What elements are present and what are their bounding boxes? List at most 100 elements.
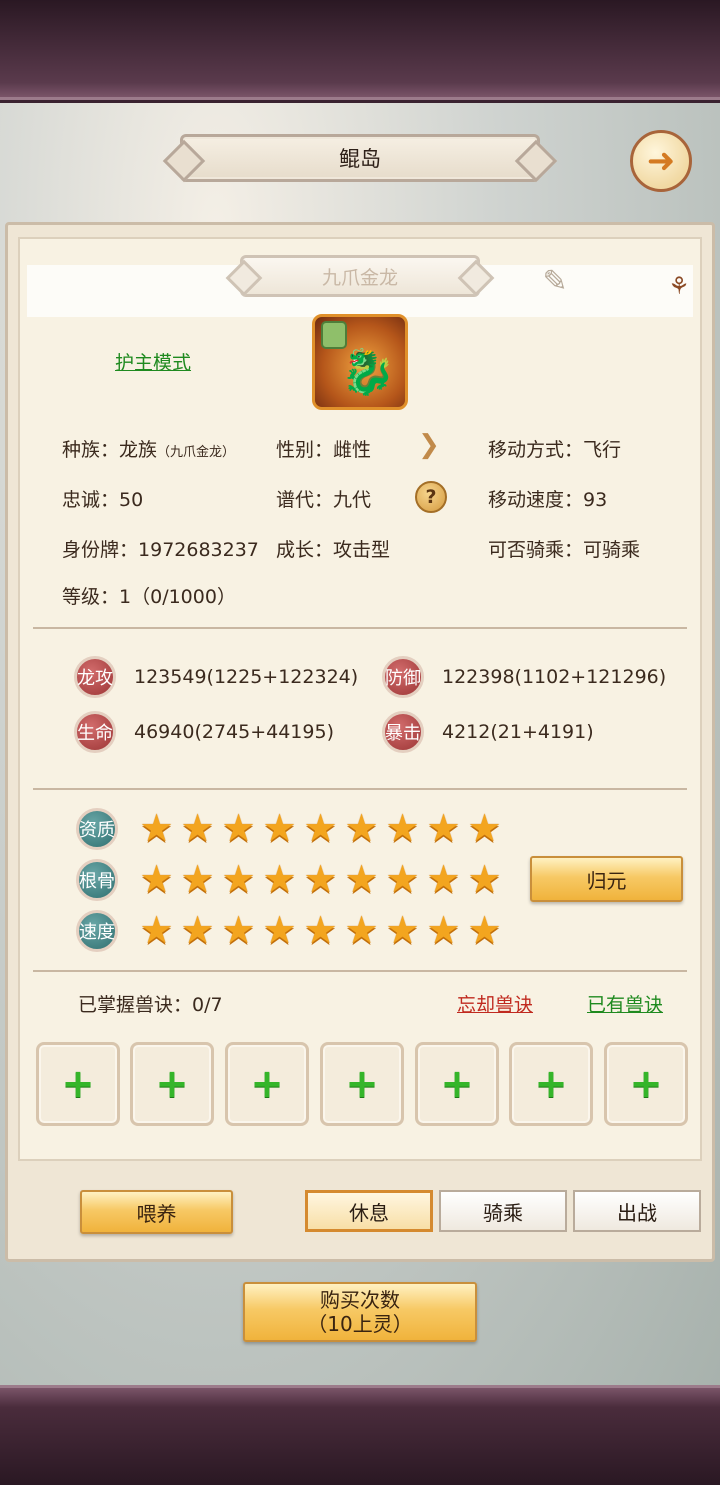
divider	[33, 788, 687, 790]
attack-value: 123549(1225+122324)	[134, 666, 359, 688]
race-sub: （九爪金龙）	[157, 445, 236, 460]
divider	[33, 627, 687, 629]
star-icon: ★	[467, 907, 502, 952]
book-quill-icon[interactable]: ✎	[530, 262, 580, 300]
buy-cost: （10上灵）	[307, 1312, 413, 1336]
back-button[interactable]: ➜	[630, 130, 692, 192]
growth-row: 成长：攻击型	[276, 535, 390, 562]
plus-icon: +	[345, 1061, 379, 1107]
tab-rest[interactable]: 休息	[305, 1190, 433, 1232]
level-value: 1（0/1000）	[119, 586, 236, 608]
skill-slot[interactable]: +	[130, 1042, 214, 1126]
ride-label: 可否骑乘：	[488, 539, 584, 561]
defense-value: 122398(1102+121296)	[442, 666, 667, 688]
owned-skill-link[interactable]: 已有兽诀	[587, 990, 663, 1017]
reset-button[interactable]: 归元	[530, 856, 683, 902]
gender-row: 性别：雌性	[276, 435, 371, 462]
star-icon: ★	[262, 805, 297, 850]
speed-stars: ★ ★ ★ ★ ★ ★ ★ ★ ★	[137, 910, 504, 949]
move-value: 飞行	[583, 439, 622, 461]
back-arrow-icon: ➜	[646, 141, 676, 181]
guard-mode-link[interactable]: 护主模式	[115, 348, 191, 375]
growth-label: 成长：	[276, 539, 334, 561]
star-icon: ★	[467, 856, 502, 901]
star-icon: ★	[262, 907, 297, 952]
buy-label: 购买次数	[320, 1288, 400, 1312]
plus-icon: +	[534, 1061, 568, 1107]
star-icon: ★	[385, 907, 420, 952]
loyalty-value: 50	[119, 489, 144, 511]
star-icon: ★	[426, 805, 461, 850]
help-icon[interactable]: ?	[415, 481, 447, 513]
tab-ride[interactable]: 骑乘	[439, 1190, 567, 1232]
move-label: 移动方式：	[488, 439, 584, 461]
skill-slot[interactable]: +	[604, 1042, 688, 1126]
crit-badge: 暴击	[382, 711, 424, 753]
divider	[33, 970, 687, 972]
aptitude-stars: ★ ★ ★ ★ ★ ★ ★ ★ ★	[137, 808, 504, 847]
pet-avatar[interactable]: 🐉	[312, 314, 408, 410]
star-icon: ★	[344, 805, 379, 850]
star-icon: ★	[180, 907, 215, 952]
skill-slot[interactable]: +	[415, 1042, 499, 1126]
star-icon: ★	[303, 805, 338, 850]
star-icon: ★	[467, 805, 502, 850]
skill-slot[interactable]: +	[225, 1042, 309, 1126]
plus-icon: +	[250, 1061, 284, 1107]
speed-row: 移动速度：93	[488, 485, 607, 512]
star-icon: ★	[221, 805, 256, 850]
plus-icon: +	[155, 1061, 189, 1107]
skill-slot[interactable]: +	[320, 1042, 404, 1126]
speed-value: 93	[583, 489, 608, 511]
skill-slot[interactable]: +	[509, 1042, 593, 1126]
ride-row: 可否骑乘：可骑乘	[488, 535, 640, 562]
gender-label: 性别：	[276, 439, 334, 461]
star-icon: ★	[344, 856, 379, 901]
star-icon: ★	[344, 907, 379, 952]
star-icon: ★	[303, 907, 338, 952]
gender-value: 雌性	[333, 439, 372, 461]
race-value: 龙族	[119, 439, 158, 461]
star-icon: ★	[139, 907, 174, 952]
tab-battle[interactable]: 出战	[573, 1190, 701, 1232]
id-value: 1972683237	[138, 539, 259, 561]
ride-value: 可骑乘	[583, 539, 641, 561]
star-icon: ★	[385, 805, 420, 850]
page-title: 鲲岛	[180, 134, 540, 182]
loyalty-label: 忠诚：	[62, 489, 120, 511]
feed-button[interactable]: 喂养	[80, 1190, 233, 1234]
star-icon: ★	[221, 907, 256, 952]
star-icon: ★	[221, 856, 256, 901]
race-label: 种族：	[62, 439, 120, 461]
attack-badge: 龙攻	[74, 656, 116, 698]
plus-icon: +	[61, 1061, 95, 1107]
dragon-portrait-icon: 🐉	[340, 347, 396, 398]
race-row: 种族：龙族（九爪金龙）	[62, 435, 235, 462]
chevron-right-icon[interactable]: ❯	[414, 430, 444, 460]
id-label: 身份牌：	[62, 539, 139, 561]
plus-icon: +	[440, 1061, 474, 1107]
star-icon: ★	[385, 856, 420, 901]
plus-icon: +	[629, 1061, 663, 1107]
aptitude-badge: 资质	[76, 808, 118, 850]
buy-count-button[interactable]: 购买次数 （10上灵）	[243, 1282, 477, 1342]
star-icon: ★	[303, 856, 338, 901]
palm-tree-icon[interactable]: ⚘	[665, 268, 693, 304]
level-row: 等级：1（0/1000）	[62, 582, 236, 609]
skill-slot[interactable]: +	[36, 1042, 120, 1126]
bone-badge: 根骨	[76, 859, 118, 901]
defense-badge: 防御	[382, 656, 424, 698]
star-icon: ★	[139, 805, 174, 850]
star-icon: ★	[139, 856, 174, 901]
loyalty-row: 忠诚：50	[62, 485, 143, 512]
pet-name-plate[interactable]: 九爪金龙	[240, 255, 480, 297]
generation-row: 谱代：九代	[276, 485, 371, 512]
hp-badge: 生命	[74, 711, 116, 753]
generation-label: 谱代：	[276, 489, 334, 511]
forget-skill-link[interactable]: 忘却兽诀	[457, 990, 533, 1017]
top-frame-bar	[0, 0, 720, 100]
star-icon: ★	[262, 856, 297, 901]
skills-count: 已掌握兽诀：0/7	[78, 994, 223, 1016]
star-icon: ★	[426, 856, 461, 901]
speed-label: 移动速度：	[488, 489, 584, 511]
